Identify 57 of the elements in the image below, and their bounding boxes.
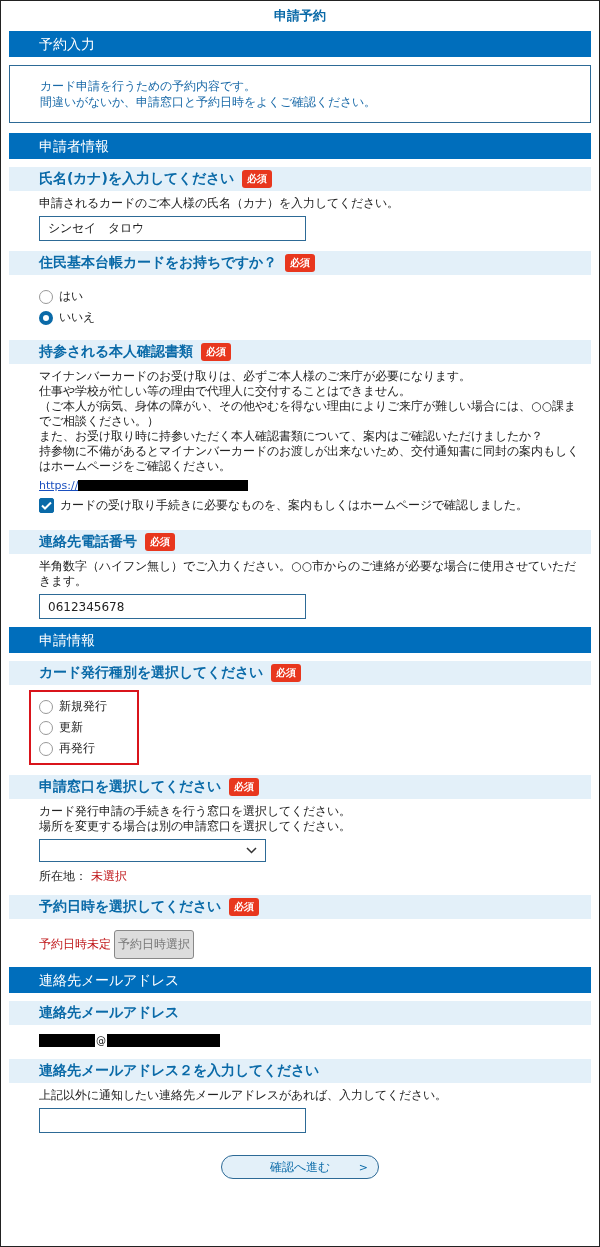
section-title: 申請情報 [39,632,95,648]
page-title: 申請予約 [273,7,327,25]
required-badge: 必須 [201,343,231,361]
radio-button[interactable] [39,289,53,304]
question-label: 住民基本台帳カードをお持ちですか？ [39,254,277,272]
radio-label: いいえ [59,309,95,326]
description-text: マイナンバーカードのお受け取りは、必ずご本人様のご来庁が必要になります。 [39,369,472,384]
notice-text: 間違いがないか、申請窓口と予約日時をよくご確認ください。 [40,94,377,110]
at-sign: @ [96,1035,106,1046]
notice-text: カード申請を行うための予約内容です。 [40,78,257,94]
question-label: 予約日時を選択してください [39,898,221,916]
radio-label: 更新 [59,719,83,736]
description-text: 場所を変更する場合は別の申請窓口を選択してください。 [39,819,352,834]
text-field[interactable] [39,1108,306,1133]
checkbox[interactable] [39,498,54,513]
location-value: 未選択 [91,868,127,885]
question-label: 連絡先メールアドレス [39,1004,179,1022]
question-label: 氏名(カナ)を入力してください [39,170,234,188]
link[interactable]: https:// [39,479,79,492]
radio-label: はい [59,288,83,305]
description-text: 申請されるカードのご本人様の氏名（カナ）を入力してください。 [39,196,400,211]
radio-button[interactable] [39,741,53,756]
description-text: （ご本人が病気、身体の障がい、その他やむを得ない理由によりご来庁が難しい場合には、○○課までご相談ください。） [39,399,577,429]
checkbox-label: カードの受け取り手続きに必要なものを、案内もしくはホームページで確認しました。 [60,497,528,514]
section-title: 申請者情報 [39,138,109,154]
radio-label: 新規発行 [59,698,107,715]
question-label: 持参される本人確認書類 [39,343,193,361]
description-text: カード発行申請の手続きを行う窓口を選択してください。 [39,804,352,819]
dropdown[interactable] [39,839,266,862]
radio-label: 再発行 [59,740,95,757]
confirm-button[interactable]: 確認へ進む > [221,1155,379,1179]
description-text: 半角数字（ハイフン無し）でご入力ください。○○市からのご連絡が必要な場合に使用させていただきます。 [39,559,577,589]
chevron-down-icon [246,847,257,854]
radio-button[interactable] [39,310,53,325]
description-text: 仕事や学校が忙しい等の理由で代理人に交付することはできません。 [39,384,412,399]
required-badge: 必須 [229,898,259,916]
required-badge: 必須 [145,533,175,551]
text-field[interactable]: シンセイ タロウ [39,216,306,241]
required-badge: 必須 [229,778,259,796]
description-text: 上記以外に通知したい連絡先メールアドレスがあれば、入力してください。 [39,1088,448,1103]
redaction-block [39,1034,95,1047]
radio-button[interactable] [39,699,53,714]
description-text: 持参物に不備があるとマイナンバーカードのお渡しが出来ないため、交付通知書に同封の案内もしくはホームページをご確認ください。 [39,444,580,474]
question-label: 申請窓口を選択してください [39,778,221,796]
date-status: 予約日時未定 [39,936,111,953]
required-badge: 必須 [241,170,272,188]
text-field[interactable]: 0612345678 [39,594,306,619]
location-label: 所在地： [39,868,87,885]
required-badge: 必須 [271,664,301,682]
section-title: 連絡先メールアドレス [39,972,179,988]
question-label: カード発行種別を選択してください [39,664,263,682]
question-label: 連絡先電話番号 [39,533,137,551]
description-text: また、お受け取り時に持参いただく本人確認書類について、案内はご確認いただけましたか？ [39,429,544,444]
section-title: 予約入力 [39,36,95,52]
question-label: 連絡先メールアドレス２を入力してください [39,1062,319,1080]
required-badge: 必須 [285,254,315,272]
radio-button[interactable] [39,720,53,735]
